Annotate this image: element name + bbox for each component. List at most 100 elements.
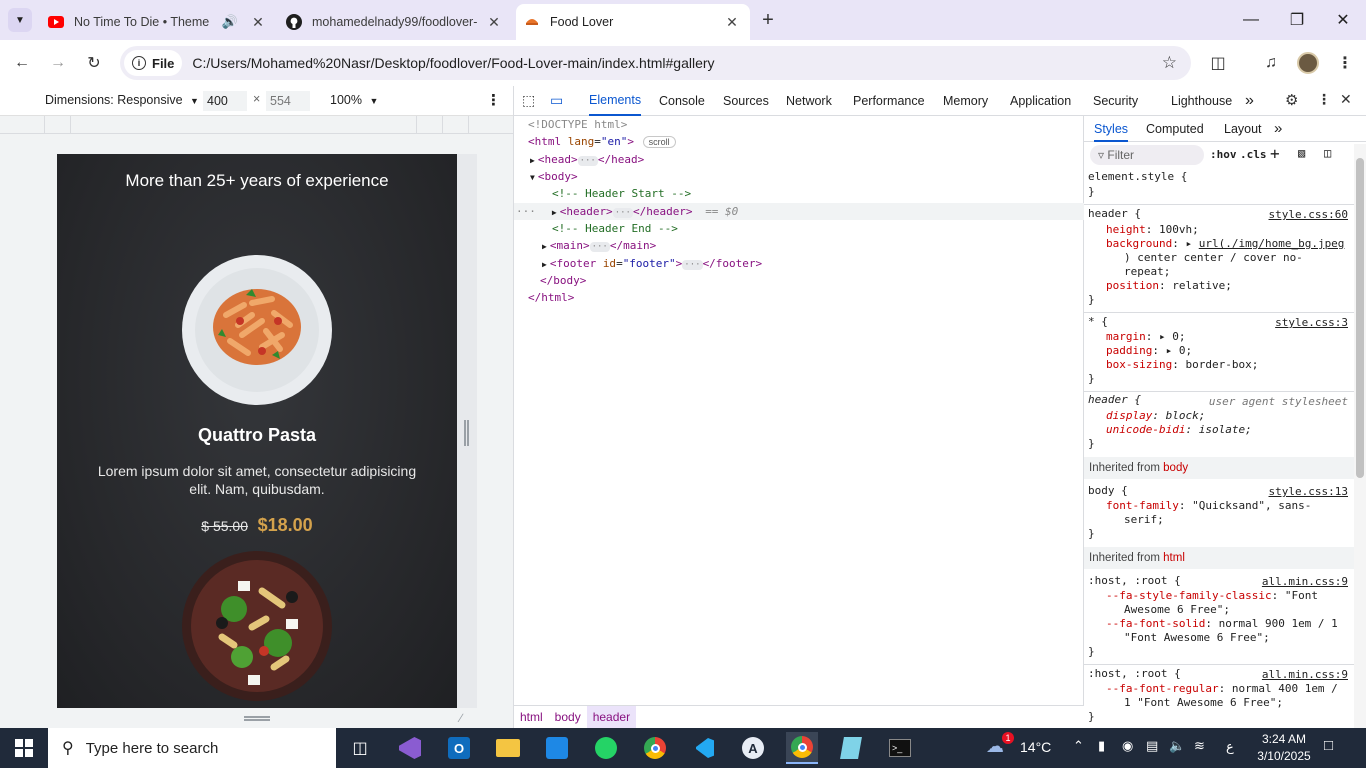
expand-arrow-icon[interactable]: ▶ (542, 260, 547, 269)
visual-studio-icon[interactable] (394, 732, 426, 764)
rule-source-link[interactable]: style.css:13 (1269, 485, 1348, 498)
emulated-viewport[interactable]: More than 25+ years of experience Quattr… (57, 154, 457, 708)
clock[interactable]: 3:24 AM 3/10/2025 (1252, 731, 1316, 765)
weather-temp[interactable]: 14°C (1020, 739, 1051, 755)
rule-body-selector[interactable]: body { (1088, 484, 1128, 498)
row-actions-icon[interactable]: ··· (516, 205, 536, 218)
hov-toggle[interactable]: :hov (1210, 148, 1237, 161)
extensions-button[interactable]: ◫ (1203, 48, 1233, 78)
expand-arrow-icon[interactable]: ▶ (552, 208, 557, 217)
tab-search-button[interactable]: ▼ (8, 8, 32, 32)
more-tabs-icon[interactable]: » (1245, 86, 1254, 116)
prop-margin[interactable]: margin: ▸ 0; (1106, 330, 1186, 344)
rule-host-selector[interactable]: :host, :root { (1088, 574, 1181, 588)
bookmark-star-icon[interactable]: ☆ (1162, 53, 1177, 73)
tab-computed[interactable]: Computed (1146, 122, 1204, 136)
width-input[interactable]: 400 (203, 91, 247, 111)
translator-icon[interactable]: A (737, 732, 769, 764)
minimize-button[interactable]: — (1236, 8, 1266, 32)
dom-body-close[interactable]: </body> (540, 272, 586, 289)
close-window-button[interactable]: ✕ (1328, 8, 1358, 32)
collapse-arrow-icon[interactable]: ▼ (530, 173, 535, 182)
media-player-icon[interactable] (541, 732, 573, 764)
styles-scrollbar[interactable] (1354, 144, 1366, 728)
chrome-icon[interactable] (639, 732, 671, 764)
back-button[interactable]: ← (7, 48, 37, 78)
inspect-element-icon[interactable]: ⬚ (522, 92, 535, 109)
volume-icon[interactable]: 🔈 (1169, 738, 1185, 754)
dom-head-node[interactable]: ▶ <head> ··· </head> (530, 151, 644, 168)
prop-height[interactable]: height: 100vh; (1106, 223, 1199, 237)
prop-padding[interactable]: padding: ▸ 0; (1106, 344, 1192, 358)
expand-arrow-icon[interactable]: ▶ (530, 156, 535, 165)
chrome-active-icon[interactable] (786, 732, 818, 764)
prop-unicode-bidi[interactable]: unicode-bidi: isolate; (1106, 423, 1252, 437)
device-toggle-icon[interactable]: ▭ (550, 92, 563, 109)
restore-button[interactable]: ❐ (1282, 8, 1312, 32)
dom-footer-node[interactable]: ▶ <footer id="footer"> ··· </footer> (542, 255, 762, 272)
dimensions-select[interactable]: Dimensions: Responsive ▼ (45, 93, 199, 107)
media-control-button[interactable]: ♫ (1256, 48, 1286, 78)
windows-start-button[interactable] (8, 732, 40, 764)
ellipsis-icon[interactable]: ··· (612, 208, 633, 218)
prop-fa-font-regular[interactable]: --fa-font-regular: normal 400 1em / (1106, 682, 1338, 696)
prop-box-sizing[interactable]: box-sizing: border-box; (1106, 358, 1258, 372)
notepad-icon[interactable] (835, 732, 867, 764)
resize-handle-right[interactable] (464, 420, 469, 446)
dom-comment[interactable]: <!-- Header End --> (552, 220, 678, 237)
resize-handle-bottom[interactable] (244, 716, 270, 721)
ellipsis-icon[interactable]: ··· (682, 260, 703, 270)
dom-doctype[interactable]: <!DOCTYPE html> (528, 116, 627, 133)
input-language[interactable]: ع (1226, 739, 1234, 755)
browser-menu-button[interactable]: ⋮ (1330, 48, 1360, 78)
expand-arrow-icon[interactable]: ▶ (542, 242, 547, 251)
ellipsis-icon[interactable]: ··· (577, 156, 598, 166)
close-tab-icon[interactable]: ✕ (722, 12, 742, 32)
devtools-menu-icon[interactable]: ⋮ (1317, 91, 1331, 108)
media-query-ruler[interactable] (0, 116, 514, 134)
new-style-rule-icon[interactable]: + (1270, 144, 1280, 163)
speaker-icon[interactable]: 🔊 (222, 14, 238, 30)
rule-host2-selector[interactable]: :host, :root { (1088, 667, 1181, 681)
tab-lighthouse[interactable]: Lighthouse (1171, 86, 1232, 116)
reload-button[interactable]: ↻ (79, 48, 109, 78)
rule-ua-selector[interactable]: header { (1088, 393, 1141, 407)
resize-corner-icon[interactable]: ∕ (460, 711, 462, 725)
dom-header-node-selected[interactable]: ··· ▶ <header> ··· </header> == $0 (514, 203, 1084, 220)
gear-icon[interactable]: ⚙ (1285, 91, 1298, 109)
url-text[interactable]: C:/Users/Mohamed%20Nasr/Desktop/foodlove… (192, 55, 714, 71)
tab-layout[interactable]: Layout (1224, 122, 1262, 136)
tab-application[interactable]: Application (1010, 86, 1071, 116)
dom-main-node[interactable]: ▶ <main> ··· </main> (542, 237, 656, 254)
file-explorer-icon[interactable] (492, 732, 524, 764)
prop-font-family[interactable]: font-family: "Quicksand", sans- (1106, 499, 1311, 513)
close-tab-icon[interactable]: ✕ (484, 12, 504, 32)
dom-body-node[interactable]: ▼ <body> (530, 168, 578, 185)
rule-source-link[interactable]: style.css:60 (1269, 208, 1348, 221)
whatsapp-icon[interactable] (590, 732, 622, 764)
device-menu-icon[interactable]: ⋮ (486, 91, 501, 109)
scroll-badge[interactable]: scroll (642, 136, 676, 148)
terminal-icon[interactable]: >_ (884, 732, 916, 764)
tab-performance[interactable]: Performance (853, 86, 925, 116)
site-info-chip[interactable]: i File (124, 50, 183, 76)
prop-display[interactable]: display: block; (1106, 409, 1205, 423)
notification-center-icon[interactable]: □ (1324, 737, 1333, 754)
weather-widget[interactable]: ☁ 1 (986, 732, 1018, 760)
close-devtools-icon[interactable]: ✕ (1340, 91, 1352, 108)
cls-toggle[interactable]: .cls (1240, 148, 1267, 161)
dom-html-node[interactable]: <html lang="en"> scroll (528, 133, 676, 150)
tab-food-lover[interactable]: Food Lover ✕ (516, 4, 750, 40)
prop-position[interactable]: position: relative; (1106, 279, 1232, 293)
prop-fa-style-family[interactable]: --fa-style-family-classic: "Font (1106, 589, 1318, 603)
address-bar[interactable]: i File C:/Users/Mohamed%20Nasr/Desktop/f… (120, 46, 1191, 80)
tab-console[interactable]: Console (659, 86, 705, 116)
close-tab-icon[interactable]: ✕ (248, 12, 268, 32)
camera-icon[interactable]: ◉ (1122, 738, 1133, 754)
vscode-icon[interactable] (688, 732, 720, 764)
rule-element-style[interactable]: element.style { (1088, 170, 1187, 184)
tab-styles[interactable]: Styles (1094, 122, 1129, 142)
new-tab-button[interactable]: + (756, 8, 780, 32)
taskbar-search-box[interactable]: ⚲ Type here to search (48, 728, 336, 768)
breadcrumb-header[interactable]: header (586, 705, 637, 729)
